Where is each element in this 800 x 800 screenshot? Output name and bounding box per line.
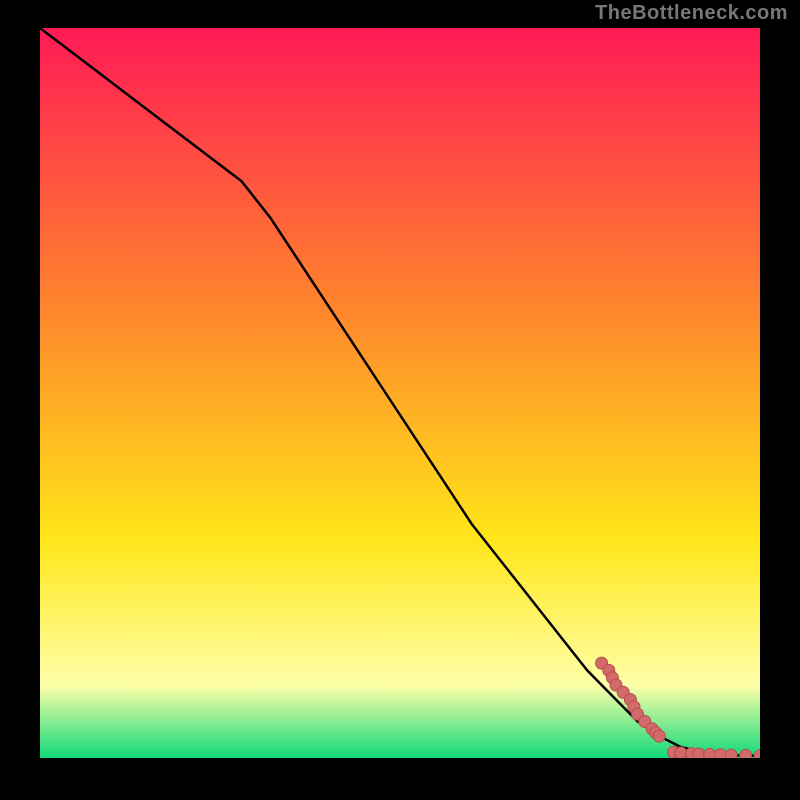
data-point [675, 747, 687, 758]
data-point [693, 748, 705, 758]
data-point [704, 748, 716, 758]
gradient-background [40, 28, 760, 758]
data-point [740, 749, 752, 758]
chart-svg [40, 28, 760, 758]
chart-frame: TheBottleneck.com [0, 0, 800, 800]
data-point [653, 730, 665, 742]
data-point [714, 749, 726, 758]
watermark-text: TheBottleneck.com [595, 2, 788, 25]
plot-area [40, 28, 760, 758]
data-point [725, 749, 737, 758]
